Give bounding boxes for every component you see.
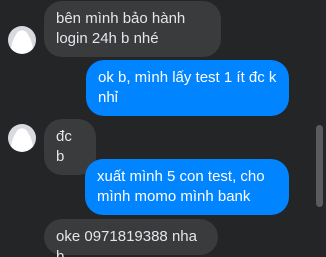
message-text: đc b [56, 128, 72, 165]
chat-thread: bên mình bảo hành login 24h b nhé ok b, … [0, 0, 326, 257]
incoming-message-bubble[interactable]: oke 0971819388 nha b [44, 219, 218, 257]
contact-avatar[interactable] [8, 26, 36, 54]
outgoing-message-bubble[interactable]: xuất mình 5 con test, cho mình momo mình… [85, 159, 289, 215]
message-text: ok b, mình lấy test 1 ít đc k nhỉ [98, 69, 277, 106]
scrollbar-thumb[interactable] [316, 125, 323, 207]
contact-avatar[interactable] [8, 124, 36, 152]
message-text: bên mình bảo hành login 24h b nhé [56, 10, 186, 47]
scrollbar[interactable] [314, 0, 326, 257]
message-text: oke 0971819388 nha b [56, 228, 197, 257]
outgoing-message-bubble[interactable]: ok b, mình lấy test 1 ít đc k nhỉ [86, 60, 289, 116]
incoming-message-bubble[interactable]: bên mình bảo hành login 24h b nhé [44, 1, 221, 57]
message-text: xuất mình 5 con test, cho mình momo mình… [97, 168, 265, 205]
